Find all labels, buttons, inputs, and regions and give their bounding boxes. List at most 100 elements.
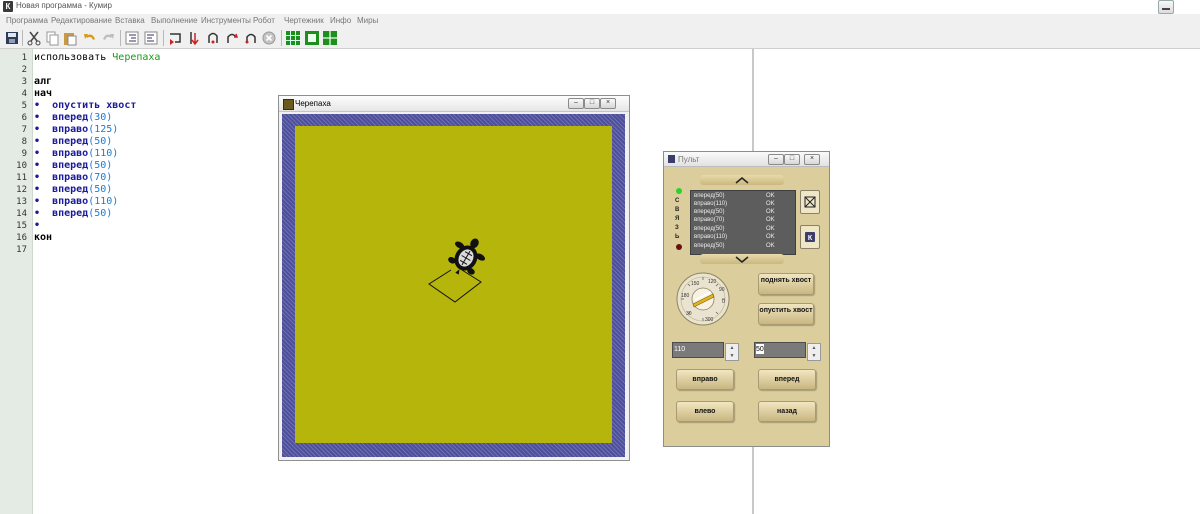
menu-tools[interactable]: Инструменты xyxy=(201,16,251,25)
run-icon[interactable] xyxy=(167,30,183,46)
turn-left-button[interactable]: влево xyxy=(676,401,734,422)
svg-text:150: 150 xyxy=(691,281,700,287)
log-row: вправо(110) OK xyxy=(694,201,775,207)
turtle-field[interactable] xyxy=(295,126,612,443)
distance-spin-buttons[interactable]: ▲ ▼ xyxy=(807,343,821,361)
stop-icon[interactable] xyxy=(261,30,277,46)
log-scroll-down-button[interactable] xyxy=(700,254,784,264)
remote-window-title: Пульт xyxy=(678,155,700,164)
back-button[interactable]: назад xyxy=(758,401,816,422)
status-lamp-red xyxy=(676,244,682,250)
chevron-up-icon xyxy=(735,177,749,184)
line-number: 12 xyxy=(16,185,27,195)
minimize-button[interactable] xyxy=(1158,0,1174,14)
line-number: 16 xyxy=(16,233,27,243)
cut-icon[interactable] xyxy=(26,30,42,46)
indent-icon[interactable] xyxy=(124,30,140,46)
main-title-bar: К Новая программа - Кумир xyxy=(0,0,1200,14)
turtle-icon xyxy=(448,238,485,275)
turtle-window-title-bar[interactable]: Черепаха – □ × xyxy=(279,96,629,112)
remote-window-icon xyxy=(668,155,675,163)
svg-text:К: К xyxy=(808,235,813,242)
line-number: 11 xyxy=(16,173,27,183)
toolbar-separator xyxy=(120,30,121,46)
step-back-icon[interactable] xyxy=(243,30,259,46)
angle-spinbox[interactable]: ▲▼ xyxy=(672,342,739,361)
turn-right-button[interactable]: вправо xyxy=(676,369,734,390)
raise-tail-button[interactable]: поднять хвост xyxy=(758,273,814,295)
menu-insert[interactable]: Вставка xyxy=(115,16,145,25)
minimize-button[interactable]: – xyxy=(768,154,784,165)
angle-input[interactable] xyxy=(674,344,709,354)
close-button[interactable]: × xyxy=(600,98,616,109)
log-row: вперед(50) OK xyxy=(694,226,775,232)
log-row: вперед(50) OK xyxy=(694,193,775,199)
code-line: • вперед(50) xyxy=(34,160,113,171)
code-line: • вперед(50) xyxy=(34,136,113,147)
undo-icon[interactable] xyxy=(82,30,98,46)
angle-spin-buttons[interactable]: ▲ ▼ xyxy=(725,343,739,361)
window-icon[interactable] xyxy=(304,30,320,46)
toolbar-separator xyxy=(22,30,23,46)
line-number: 8 xyxy=(21,137,27,147)
menu-worlds[interactable]: Миры xyxy=(357,16,378,25)
angle-dial[interactable]: 120 150 180 90 0 30 300 xyxy=(673,271,733,327)
code-line: • вперед(50) xyxy=(34,184,113,195)
code-line: • вправо(110) xyxy=(34,196,119,207)
link-letter: З xyxy=(675,225,679,231)
distance-spinbox[interactable]: ▲▼ xyxy=(754,342,821,361)
code-line: • вперед(50) xyxy=(34,208,113,219)
menu-drawer[interactable]: Чертежник xyxy=(284,16,324,25)
svg-text:300: 300 xyxy=(705,317,714,323)
code-line: алг xyxy=(34,76,53,87)
lower-tail-button[interactable]: опустить хвост xyxy=(758,303,814,325)
menu-robot[interactable]: Робот xyxy=(253,16,275,25)
redo-icon[interactable] xyxy=(100,30,116,46)
line-number: 1 xyxy=(21,53,27,63)
close-button[interactable]: × xyxy=(804,154,820,165)
remote-title-bar[interactable]: Пульт – □ × xyxy=(664,152,829,167)
step-out-icon[interactable] xyxy=(224,30,240,46)
line-number: 13 xyxy=(16,197,27,207)
chevron-down-icon xyxy=(735,256,749,263)
code-line: • вправо(125) xyxy=(34,124,119,135)
save-icon[interactable] xyxy=(4,30,20,46)
svg-text:180: 180 xyxy=(681,293,690,299)
turtle-field-border xyxy=(282,114,625,457)
distance-input[interactable] xyxy=(756,344,764,354)
grid-icon[interactable] xyxy=(285,30,301,46)
line-number: 5 xyxy=(21,101,27,111)
link-letter: Я xyxy=(675,216,680,222)
line-number: 6 xyxy=(21,113,27,123)
copy-icon[interactable] xyxy=(44,30,60,46)
remote-control-window: Пульт – □ × С В Я З Ь вперед(50) OK вправ… xyxy=(663,151,830,447)
forward-button[interactable]: вперед xyxy=(758,369,816,390)
menu-run[interactable]: Выполнение xyxy=(151,16,198,25)
paste-icon[interactable] xyxy=(62,30,78,46)
maximize-button[interactable]: □ xyxy=(584,98,600,109)
clear-log-button[interactable] xyxy=(800,190,820,214)
line-number: 2 xyxy=(21,65,27,75)
svg-text:90: 90 xyxy=(719,287,725,293)
toolbar-separator xyxy=(163,30,164,46)
code-line: • xyxy=(34,220,41,231)
log-scroll-up-button[interactable] xyxy=(700,175,784,185)
unindent-icon[interactable] xyxy=(143,30,159,46)
maximize-button[interactable]: □ xyxy=(784,154,800,165)
log-row: вправо(70) OK xyxy=(694,217,775,223)
layout-icon[interactable] xyxy=(322,30,338,46)
step-into-icon[interactable] xyxy=(205,30,221,46)
minimize-button[interactable]: – xyxy=(568,98,584,109)
menu-edit[interactable]: Редактирование xyxy=(51,16,112,25)
menu-program[interactable]: Программа xyxy=(6,16,48,25)
link-letter: Ь xyxy=(675,234,680,240)
line-number: 7 xyxy=(21,125,27,135)
command-log[interactable]: вперед(50) OK вправо(110) OK вперед(50) OK … xyxy=(690,190,796,255)
code-line: • вправо(70) xyxy=(34,172,113,183)
turtle-drawing xyxy=(428,238,485,303)
clear-box-icon xyxy=(804,196,816,208)
menu-info[interactable]: Инфо xyxy=(330,16,351,25)
line-number: 4 xyxy=(21,89,27,99)
kumir-link-button[interactable]: К xyxy=(800,225,820,249)
step-icon[interactable] xyxy=(186,30,202,46)
